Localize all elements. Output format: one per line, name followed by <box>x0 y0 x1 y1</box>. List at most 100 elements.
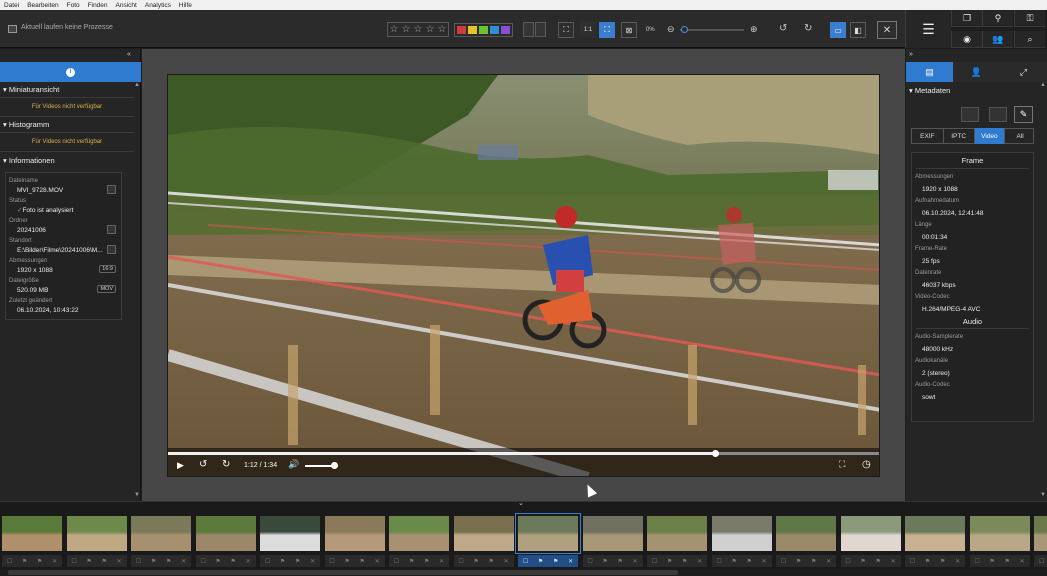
select-checkbox-icon[interactable]: ☐ <box>910 558 915 565</box>
filmstrip-thumbnail[interactable] <box>66 516 127 551</box>
select-checkbox-icon[interactable]: ☐ <box>329 558 334 565</box>
filmstrip-thumbnail[interactable] <box>969 516 1030 551</box>
import-meta-button[interactable] <box>961 107 979 122</box>
zoom-out-icon[interactable]: ⊖ <box>667 24 675 35</box>
reject-icon[interactable]: ✕ <box>1020 558 1025 565</box>
reject-icon[interactable]: ✕ <box>117 558 122 565</box>
search-icon[interactable]: ⌕ <box>1014 31 1045 48</box>
pick-flag-icon[interactable]: ⚑ <box>940 558 945 565</box>
menu-item[interactable]: Analytics <box>145 2 171 9</box>
flag-icon[interactable]: ⚑ <box>215 558 220 565</box>
reject-icon[interactable]: ✕ <box>246 558 251 565</box>
flag-icon[interactable]: ⚑ <box>409 558 414 565</box>
reject-icon[interactable]: ✕ <box>955 558 960 565</box>
volume-handle[interactable] <box>330 462 338 469</box>
reject-icon[interactable]: ✕ <box>504 558 509 565</box>
playback-speed-icon[interactable]: ◷ <box>862 459 871 470</box>
color-label-swatch[interactable] <box>501 26 510 34</box>
color-label-swatch[interactable] <box>457 26 466 34</box>
info-tab[interactable]: i <box>0 62 141 82</box>
location-pin-icon[interactable]: ⚲ <box>982 10 1013 27</box>
menu-item[interactable]: Finden <box>88 2 108 9</box>
close-viewer-button[interactable]: ✕ <box>877 21 897 39</box>
key-icon[interactable]: ⚿ <box>1014 10 1045 27</box>
right-scroll-down[interactable]: ▼ <box>1040 492 1046 498</box>
tab-metadata[interactable]: ▤ <box>906 62 953 82</box>
filmstrip-thumbnail[interactable] <box>711 516 772 551</box>
pick-flag-icon[interactable]: ⚑ <box>553 558 558 565</box>
right-scroll-up[interactable]: ▲ <box>1040 82 1046 88</box>
flag-icon[interactable]: ⚑ <box>538 558 543 565</box>
rewind-10-icon[interactable]: ↺ <box>199 459 207 470</box>
tab-video[interactable]: Video <box>973 128 1005 144</box>
select-checkbox-icon[interactable]: ☐ <box>200 558 205 565</box>
filmstrip-thumbnail[interactable] <box>260 516 320 551</box>
section-information[interactable]: ▾ Informationen <box>0 152 134 168</box>
reject-icon[interactable]: ✕ <box>762 558 767 565</box>
reject-icon[interactable]: ✕ <box>633 558 638 565</box>
flag-icon[interactable]: ⚑ <box>151 558 156 565</box>
select-checkbox-icon[interactable]: ☐ <box>845 558 850 565</box>
flag-icon[interactable]: ⚑ <box>280 558 285 565</box>
pick-flag-icon[interactable]: ⚑ <box>424 558 429 565</box>
pick-flag-icon[interactable]: ⚑ <box>102 558 107 565</box>
filmstrip-thumbnail[interactable] <box>2 516 62 551</box>
pick-flag-icon[interactable]: ⚑ <box>360 558 365 565</box>
section-histogram[interactable]: ▾ Histogramm <box>0 117 134 133</box>
compare-view-button[interactable]: ◧ <box>850 22 866 38</box>
export-meta-button[interactable] <box>989 107 1007 122</box>
single-view-button[interactable]: ▭ <box>830 22 846 38</box>
flag-icon[interactable]: ⚑ <box>473 558 478 565</box>
pick-flag-icon[interactable]: ⚑ <box>682 558 687 565</box>
flag-icon[interactable]: ⚑ <box>22 558 27 565</box>
select-checkbox-icon[interactable]: ☐ <box>7 558 12 565</box>
seek-handle[interactable] <box>711 450 719 457</box>
tab-exif[interactable]: EXIF <box>912 128 943 144</box>
section-thumbnail[interactable]: ▾ Miniaturansicht <box>0 82 134 98</box>
left-scroll-down[interactable]: ▼ <box>134 492 140 498</box>
pick-flag-icon[interactable]: ⚑ <box>811 558 816 565</box>
select-checkbox-icon[interactable]: ☐ <box>781 558 786 565</box>
palette-icon[interactable]: ◉ <box>951 31 982 48</box>
pick-flag-icon[interactable]: ⚑ <box>747 558 752 565</box>
tab-people[interactable]: 👤 <box>953 62 1000 82</box>
filmstrip-thumbnail[interactable] <box>131 516 191 551</box>
edit-icon[interactable]: ✎ <box>1014 106 1033 123</box>
reject-icon[interactable]: ✕ <box>310 558 315 565</box>
reject-icon[interactable]: ✕ <box>891 558 896 565</box>
star-icon[interactable]: ☆ <box>388 23 400 36</box>
select-checkbox-icon[interactable]: ☐ <box>652 558 657 565</box>
star-icon[interactable]: ☆ <box>400 23 412 36</box>
select-checkbox-icon[interactable]: ☐ <box>136 558 141 565</box>
filmstrip-thumbnail[interactable] <box>840 516 901 551</box>
copy-icon[interactable] <box>107 185 116 194</box>
select-checkbox-icon[interactable]: ☐ <box>458 558 463 565</box>
flag-icon[interactable]: ⚑ <box>602 558 607 565</box>
flag-icon[interactable]: ⚑ <box>344 558 349 565</box>
volume-icon[interactable]: 🔊 <box>288 459 299 470</box>
filmstrip-scrollbar[interactable] <box>0 570 1047 576</box>
flag-icon[interactable]: ⚑ <box>731 558 736 565</box>
copy-icon[interactable]: ❐ <box>951 10 982 27</box>
tab-expand[interactable]: ⤢ <box>1000 62 1047 82</box>
star-icon[interactable]: ☆ <box>436 23 448 36</box>
video-frame[interactable]: ▶ ↺ ↻ 1:12 / 1:34 🔊 ⛶ ◷ <box>167 74 880 477</box>
pick-flag-icon[interactable]: ⚑ <box>166 558 171 565</box>
reject-icon[interactable]: ✕ <box>52 558 57 565</box>
menu-item[interactable]: Bearbeiten <box>27 2 58 9</box>
select-checkbox-icon[interactable]: ☐ <box>394 558 399 565</box>
filmstrip-thumbnail[interactable] <box>453 516 514 551</box>
fullscreen-button[interactable]: ⛶ <box>558 22 574 38</box>
filmstrip-thumbnail[interactable] <box>515 513 581 554</box>
fit-window-button[interactable]: ⛶ <box>599 22 615 38</box>
color-label-swatch[interactable] <box>468 26 477 34</box>
menu-item[interactable]: Ansicht <box>116 2 137 9</box>
filmstrip-scroll-thumb[interactable] <box>8 570 678 575</box>
video-fullscreen-icon[interactable]: ⛶ <box>839 459 845 470</box>
chevron-down-icon[interactable]: ⌄ <box>518 499 524 507</box>
pick-flag-icon[interactable]: ⚑ <box>1005 558 1010 565</box>
reject-icon[interactable]: ✕ <box>375 558 380 565</box>
reject-icon[interactable]: ✕ <box>826 558 831 565</box>
copy-icon[interactable] <box>107 225 116 234</box>
forward-10-icon[interactable]: ↻ <box>222 459 230 470</box>
